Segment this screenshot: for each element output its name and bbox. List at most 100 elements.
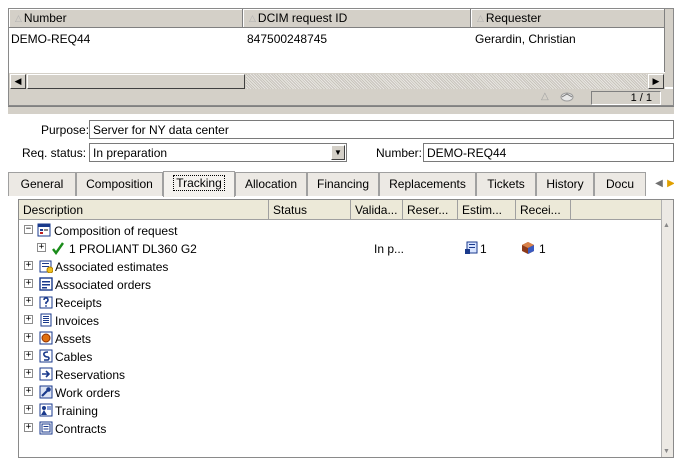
refresh-icon[interactable] [558,90,576,104]
tab-docu[interactable]: Docu [594,172,646,196]
sort-arrow-icon: △ [477,13,484,23]
expand-icon[interactable]: + [24,423,33,432]
pager-count: 1 / 1 [591,91,661,105]
estimate-icon [39,259,54,274]
tree-row-cables[interactable]: + Cables [19,348,659,366]
tree-header-receipt[interactable]: Recei... [516,200,571,220]
expand-icon[interactable]: + [24,351,33,360]
expand-icon[interactable]: + [37,243,46,252]
chevron-down-icon[interactable]: ▼ [331,145,345,160]
number-label: Number: [376,146,423,160]
tree-row-label: 1 PROLIANT DL360 G2 [69,242,197,256]
tree-row-composition[interactable]: − Composition of request [19,222,659,240]
grid-vertical-scrollbar[interactable] [664,9,673,87]
tab-composition[interactable]: Composition [76,172,163,196]
tab-general[interactable]: General [8,172,76,196]
number-input[interactable]: DEMO-REQ44 [423,143,674,162]
purpose-label: Purpose: [41,123,90,137]
scroll-down-arrow-icon[interactable]: ▼ [663,448,670,455]
tree-row-label: Composition of request [54,224,178,238]
tab-tracking[interactable]: Tracking [163,171,235,197]
tracking-tree[interactable]: Description Status Valida... Reser... Es… [18,199,674,458]
expand-icon[interactable]: + [24,279,33,288]
tree-row-orders[interactable]: + Associated orders [19,276,659,294]
receipt-package-icon [521,241,535,255]
sort-indicator-icon: △ [541,91,549,102]
tab-bar: General Composition Tracking Allocation … [8,171,674,198]
tree-row-assets[interactable]: + Assets [19,330,659,348]
tree-row-invoices[interactable]: + Invoices [19,312,659,330]
reservation-icon [39,367,53,381]
column-header-requester[interactable]: △ Requester [471,9,666,28]
tree-row-label: Associated orders [55,278,152,292]
tab-history[interactable]: History [536,172,594,196]
cell-number[interactable]: DEMO-REQ44 [11,32,90,46]
column-header-number[interactable]: △ Number [9,9,243,28]
tree-header-status[interactable]: Status [269,200,351,220]
tree-vertical-scrollbar[interactable]: ▲ ▼ [661,200,673,457]
asset-icon [39,331,53,345]
expand-icon[interactable]: + [24,387,33,396]
composition-icon [37,223,51,237]
expand-icon[interactable]: + [24,315,33,324]
tab-allocation[interactable]: Allocation [235,172,307,196]
scroll-thumb[interactable] [27,74,245,89]
req-status-value: In preparation [93,146,168,160]
cell-requester[interactable]: Gerardin, Christian [475,32,576,46]
receipt-icon [39,295,53,309]
tree-row-label: Work orders [55,386,121,400]
tab-replacements[interactable]: Replacements [379,172,476,196]
tree-header-estimate[interactable]: Estim... [458,200,516,220]
tree-row-label: Training [55,404,98,418]
tree-header-spacer [571,200,663,220]
tree-row-label: Associated estimates [55,260,169,274]
tree-row-label: Reservations [55,368,126,382]
scroll-right-arrow-icon[interactable]: ▶ [648,74,664,89]
tree-header-reservation[interactable]: Reser... [403,200,458,220]
work-order-icon [39,385,53,399]
scroll-left-arrow-icon[interactable]: ◀ [10,74,26,89]
tree-row-receipts[interactable]: + Receipts [19,294,659,312]
collapse-icon[interactable]: − [24,225,33,234]
req-status-select[interactable]: In preparation [89,143,347,162]
grid-footer: △ 1 / 1 [9,89,673,105]
tree-row-label: Receipts [55,296,102,310]
scroll-track[interactable] [246,74,647,89]
cable-icon [39,349,53,363]
estimate-icon [464,241,478,255]
tree-row-label: Cables [55,350,93,364]
invoice-icon [39,313,53,327]
expand-icon[interactable]: + [24,333,33,342]
training-icon [39,403,53,417]
contract-icon [39,421,53,435]
tree-row-contracts[interactable]: + Contracts [19,420,659,438]
results-grid[interactable]: △ Number △ DCIM request ID △ Requester DEMO… [8,8,674,106]
req-status-label: Req. status: [22,146,87,160]
tree-header-description[interactable]: Description [19,200,269,220]
tree-row-work-orders[interactable]: + Work orders [19,384,659,402]
grid-horizontal-scrollbar[interactable]: ◀ ▶ [9,72,665,89]
tree-header-validation[interactable]: Valida... [351,200,403,220]
cell-dcim-request-id[interactable]: 847500248745 [247,32,327,46]
purpose-input[interactable]: Server for NY data center [89,120,674,139]
splitter[interactable] [8,106,674,114]
validation-status: In p... [374,242,405,256]
tree-row-label: Assets [55,332,92,346]
tree-row-reservations[interactable]: + Reservations [19,366,659,384]
tab-scroll-right-icon[interactable]: ▶ [664,176,674,192]
receipt-count: 1 [539,242,546,256]
expand-icon[interactable]: + [24,297,33,306]
scroll-up-arrow-icon[interactable]: ▲ [663,222,670,229]
tree-row-proliant[interactable]: + 1 PROLIANT DL360 G2 In p... 1 1 [19,240,659,258]
column-header-dcim-request-id[interactable]: △ DCIM request ID [243,9,471,28]
tree-row-training[interactable]: + Training [19,402,659,420]
tree-row-label: Contracts [55,422,107,436]
tab-tickets[interactable]: Tickets [476,172,536,196]
sort-arrow-icon: △ [15,13,22,23]
expand-icon[interactable]: + [24,369,33,378]
order-icon [39,277,53,291]
tree-row-estimates[interactable]: + Associated estimates [19,258,659,276]
expand-icon[interactable]: + [24,405,33,414]
expand-icon[interactable]: + [24,261,33,270]
tab-financing[interactable]: Financing [307,172,379,196]
